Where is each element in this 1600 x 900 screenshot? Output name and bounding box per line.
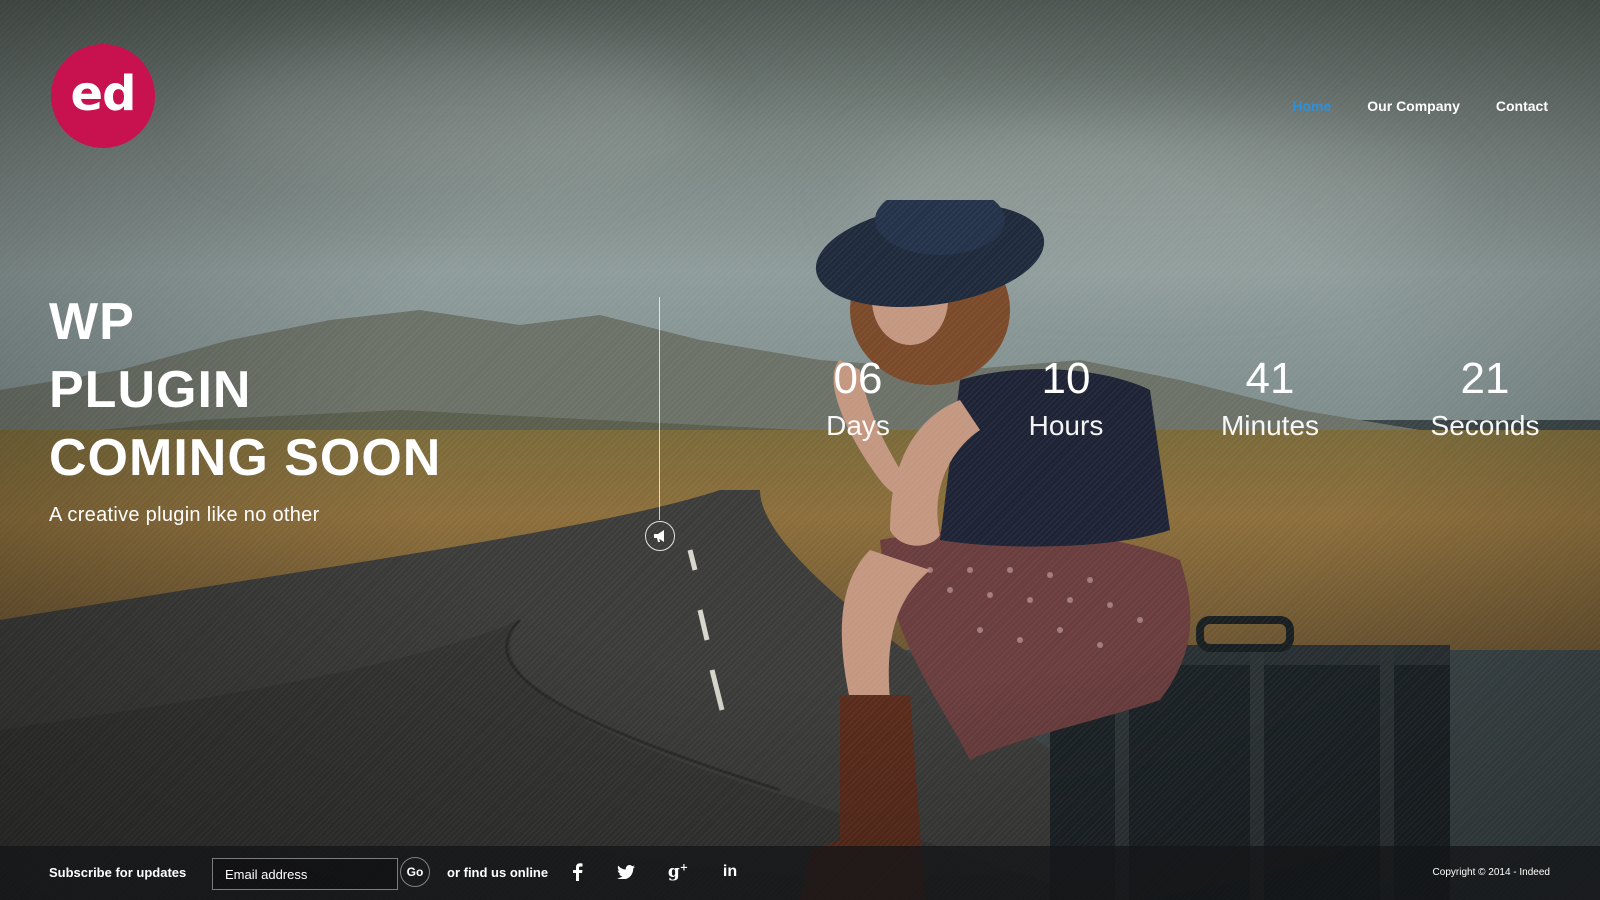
- go-button[interactable]: Go: [400, 857, 430, 887]
- nav-item-our-company[interactable]: Our Company: [1367, 98, 1460, 114]
- countdown-seconds-value: 21: [1460, 354, 1510, 403]
- hero-subtitle: A creative plugin like no other: [49, 504, 320, 526]
- facebook-icon[interactable]: [563, 858, 591, 886]
- hero-title-line-2: PLUGIN: [49, 361, 252, 419]
- subscribe-label: Subscribe for updates: [49, 865, 187, 880]
- countdown-hours-label: Hours: [1028, 410, 1104, 441]
- countdown-days-value: 06: [833, 354, 883, 403]
- countdown-seconds: 21 Seconds: [1405, 350, 1565, 444]
- logo[interactable]: ed: [51, 44, 155, 148]
- main-nav: Home Our Company Contact: [1292, 98, 1548, 114]
- hero: WP PLUGIN COMING SOON A creative plugin …: [49, 288, 441, 527]
- nav-item-contact[interactable]: Contact: [1496, 98, 1548, 114]
- twitter-icon[interactable]: [612, 858, 640, 886]
- megaphone-icon: [654, 530, 664, 542]
- vertical-divider: [659, 297, 660, 520]
- woman-with-suitcase-image: [800, 200, 1450, 900]
- hero-title-line-1: WP: [49, 293, 135, 351]
- google-plus-icon[interactable]: g+: [664, 858, 692, 886]
- countdown-days-label: Days: [826, 410, 890, 441]
- nav-item-home[interactable]: Home: [1292, 98, 1331, 114]
- countdown-hours: 10 Hours: [986, 350, 1146, 444]
- countdown-hours-value: 10: [1041, 354, 1091, 403]
- hero-title-line-3: COMING SOON: [49, 429, 442, 487]
- countdown-minutes-value: 41: [1245, 354, 1295, 403]
- countdown-minutes-label: Minutes: [1220, 410, 1320, 441]
- countdown-minutes: 41 Minutes: [1190, 350, 1350, 444]
- find-us-label: or find us online: [447, 865, 549, 880]
- copyright-text: Copyright © 2014 - Indeed: [1432, 867, 1550, 878]
- email-input[interactable]: [212, 858, 398, 890]
- linkedin-icon[interactable]: in: [716, 858, 744, 886]
- countdown-seconds-label: Seconds: [1430, 410, 1540, 441]
- countdown-days: 06 Days: [778, 350, 938, 444]
- announcement-button[interactable]: [645, 521, 675, 551]
- footer-bar: Subscribe for updates Go or find us onli…: [0, 846, 1600, 900]
- coming-soon-page: ed Home Our Company Contact WP PLUGIN CO…: [0, 0, 1600, 900]
- logo-text: ed: [70, 66, 137, 122]
